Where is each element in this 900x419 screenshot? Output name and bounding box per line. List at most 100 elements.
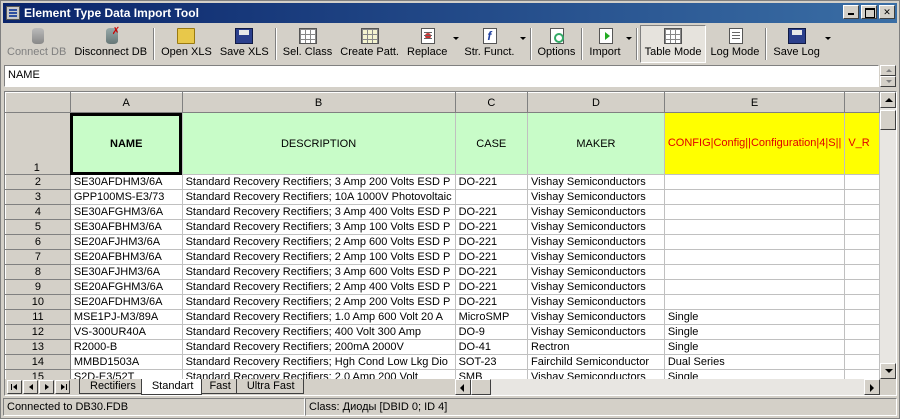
row-header[interactable]: 15 bbox=[5, 369, 71, 379]
cell-description[interactable]: Standard Recovery Rectifiers; 2 Amp 400 … bbox=[181, 279, 456, 295]
cell-name[interactable]: SE30AFJHM3/6A bbox=[69, 264, 183, 280]
cell-config[interactable] bbox=[663, 249, 846, 265]
row-header[interactable]: 2 bbox=[5, 174, 71, 190]
cell-config[interactable] bbox=[663, 279, 846, 295]
cell-case[interactable]: DO-221 bbox=[454, 219, 529, 235]
cell-maker[interactable]: Vishay Semiconductors bbox=[527, 324, 665, 340]
cell-config[interactable] bbox=[663, 204, 846, 220]
cell-name[interactable]: MSE1PJ-M3/89A bbox=[69, 309, 183, 325]
vertical-scrollbar[interactable] bbox=[880, 92, 896, 379]
cell-name[interactable]: SE20AFDHM3/6A bbox=[69, 294, 183, 310]
cell-config[interactable] bbox=[663, 234, 846, 250]
first-sheet-icon[interactable] bbox=[7, 380, 22, 394]
cell-case[interactable]: DO-221 bbox=[454, 249, 529, 265]
column-header-b[interactable]: B bbox=[181, 92, 456, 113]
cell-name[interactable]: GPP100MS-E3/73 bbox=[69, 189, 183, 205]
cell-maker[interactable]: Vishay Semiconductors bbox=[527, 369, 665, 379]
row-header[interactable]: 6 bbox=[5, 234, 71, 250]
row-header[interactable]: 1 bbox=[5, 112, 71, 175]
cell-maker-header[interactable]: MAKER bbox=[527, 112, 665, 175]
cell-maker[interactable]: Rectron bbox=[527, 339, 665, 355]
replace-dropdown-arrow[interactable] bbox=[451, 25, 460, 63]
cell-vr[interactable] bbox=[844, 189, 880, 205]
str-funct-dropdown-arrow[interactable] bbox=[519, 25, 528, 63]
options-button[interactable]: Options bbox=[534, 25, 580, 63]
cell-config[interactable]: Single bbox=[663, 369, 846, 379]
horizontal-scroll-thumb[interactable] bbox=[471, 379, 491, 395]
str-funct-button[interactable]: Str. Funct. bbox=[460, 25, 518, 63]
cell-case[interactable]: DO-221 bbox=[454, 279, 529, 295]
cell-config[interactable]: Single bbox=[663, 324, 846, 340]
cell-vr[interactable] bbox=[844, 339, 880, 355]
cell-description[interactable]: Standard Recovery Rectifiers; 10A 1000V … bbox=[181, 189, 456, 205]
cell-name[interactable]: SE30AFGHM3/6A bbox=[69, 204, 183, 220]
cell-case[interactable]: DO-9 bbox=[454, 324, 529, 340]
column-header-d[interactable]: D bbox=[527, 92, 665, 113]
cell-vr[interactable] bbox=[844, 204, 880, 220]
cell-maker[interactable]: Vishay Semiconductors bbox=[527, 294, 665, 310]
import-dropdown-arrow[interactable] bbox=[625, 25, 634, 63]
cell-description[interactable]: Standard Recovery Rectifiers; 200mA 2000… bbox=[181, 339, 456, 355]
replace-button[interactable]: Replace bbox=[403, 25, 451, 63]
horizontal-scrollbar[interactable] bbox=[455, 379, 880, 395]
row-header[interactable]: 10 bbox=[5, 294, 71, 310]
editor-scroll-down-icon[interactable] bbox=[880, 76, 896, 87]
sel-class-button[interactable]: Sel. Class bbox=[279, 25, 337, 63]
cell-config[interactable] bbox=[663, 189, 846, 205]
cell-case[interactable]: DO-221 bbox=[454, 204, 529, 220]
cell-description[interactable]: Standard Recovery Rectifiers; 2 Amp 200 … bbox=[181, 294, 456, 310]
create-patt-button[interactable]: Create Patt. bbox=[336, 25, 403, 63]
cell-name[interactable]: SE30AFBHM3/6A bbox=[69, 219, 183, 235]
scroll-right-icon[interactable] bbox=[864, 379, 880, 395]
cell-description[interactable]: Standard Recovery Rectifiers; 3 Amp 600 … bbox=[181, 264, 456, 280]
cell-vr-header[interactable]: V_R bbox=[844, 112, 880, 175]
cell-vr[interactable] bbox=[844, 354, 880, 370]
cell-maker[interactable]: Fairchild Semiconductor bbox=[527, 354, 665, 370]
row-header[interactable]: 5 bbox=[5, 219, 71, 235]
cell-case[interactable]: DO-221 bbox=[454, 174, 529, 190]
sheet-tab[interactable]: Standart bbox=[140, 379, 203, 395]
cell-description[interactable]: Standard Recovery Rectifiers; 2 Amp 600 … bbox=[181, 234, 456, 250]
log-mode-button[interactable]: Log Mode bbox=[706, 25, 763, 63]
cell-maker[interactable]: Vishay Semiconductors bbox=[527, 234, 665, 250]
save-xls-button[interactable]: Save XLS bbox=[216, 25, 273, 63]
cell-value-editor[interactable]: NAME bbox=[4, 65, 879, 87]
cell-config[interactable]: Single bbox=[663, 309, 846, 325]
cell-maker[interactable]: Vishay Semiconductors bbox=[527, 279, 665, 295]
cell-case[interactable]: DO-41 bbox=[454, 339, 529, 355]
cell-maker[interactable]: Vishay Semiconductors bbox=[527, 174, 665, 190]
cell-description[interactable]: Standard Recovery Rectifiers; 400 Volt 3… bbox=[181, 324, 456, 340]
cell-vr[interactable] bbox=[844, 309, 880, 325]
scroll-up-icon[interactable] bbox=[880, 92, 896, 108]
cell-vr[interactable] bbox=[844, 294, 880, 310]
cell-vr[interactable] bbox=[844, 279, 880, 295]
cell-description-header[interactable]: DESCRIPTION bbox=[181, 112, 456, 175]
cell-name[interactable]: SE20AFBHM3/6A bbox=[69, 249, 183, 265]
cell-maker[interactable]: Vishay Semiconductors bbox=[527, 219, 665, 235]
row-header[interactable]: 12 bbox=[5, 324, 71, 340]
cell-case[interactable]: SMB bbox=[454, 369, 529, 379]
cell-vr[interactable] bbox=[844, 369, 880, 379]
column-header-a[interactable]: A bbox=[69, 92, 183, 113]
save-log-button[interactable]: Save Log bbox=[769, 25, 823, 63]
open-xls-button[interactable]: Open XLS bbox=[157, 25, 216, 63]
cell-maker[interactable]: Vishay Semiconductors bbox=[527, 204, 665, 220]
row-header[interactable]: 7 bbox=[5, 249, 71, 265]
disconnect-db-button[interactable]: ✗ Disconnect DB bbox=[70, 25, 151, 63]
cell-config[interactable] bbox=[663, 294, 846, 310]
row-header[interactable]: 14 bbox=[5, 354, 71, 370]
cell-config[interactable] bbox=[663, 219, 846, 235]
next-sheet-icon[interactable] bbox=[39, 380, 54, 394]
maximize-button[interactable] bbox=[861, 5, 877, 19]
column-header-e[interactable]: E bbox=[663, 92, 846, 113]
cell-maker[interactable]: Vishay Semiconductors bbox=[527, 249, 665, 265]
last-sheet-icon[interactable] bbox=[55, 380, 70, 394]
row-header[interactable]: 9 bbox=[5, 279, 71, 295]
column-header-c[interactable]: C bbox=[454, 92, 529, 113]
row-header[interactable]: 11 bbox=[5, 309, 71, 325]
scroll-down-icon[interactable] bbox=[880, 363, 896, 379]
sheet-tab[interactable]: Fast bbox=[198, 379, 240, 394]
import-button[interactable]: Import bbox=[585, 25, 624, 63]
save-log-dropdown-arrow[interactable] bbox=[824, 25, 833, 63]
cell-description[interactable]: Standard Recovery Rectifiers; 3 Amp 100 … bbox=[181, 219, 456, 235]
